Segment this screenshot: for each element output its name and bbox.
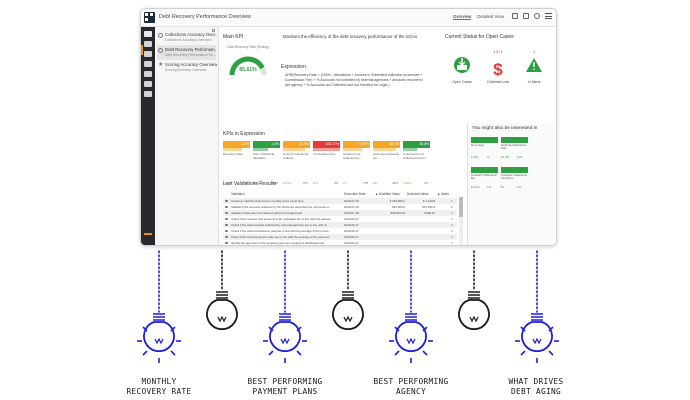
bulb-filament xyxy=(343,315,353,323)
bulb-label-line: BEST PERFORMING xyxy=(247,377,323,386)
unlit-bulb-icon xyxy=(332,299,364,330)
bulb-ray xyxy=(142,350,148,356)
bulb-ray xyxy=(548,350,554,356)
bulb-label-line: AGENCY xyxy=(396,387,426,396)
bulb-label-line: PAYMENT PLANS xyxy=(252,387,318,396)
bulb-filament xyxy=(406,337,416,345)
bulb-label-line: MONTHLY xyxy=(141,377,177,386)
bulb-label-line: RECOVERY RATE xyxy=(126,387,192,396)
bulb-label-line: BEST PERFORMING xyxy=(373,377,449,386)
bulb-label-line: WHAT DRIVES xyxy=(508,377,564,386)
bulbs-illustration xyxy=(137,250,559,363)
lit-bulb-icon xyxy=(395,321,427,352)
unlit-bulb-icon xyxy=(458,299,490,330)
bulb-filament xyxy=(532,337,542,345)
bulb-label-debt-aging: WHAT DRIVES DEBT AGING xyxy=(476,377,596,397)
bulb-ray xyxy=(422,350,428,356)
bulb-ray xyxy=(268,350,274,356)
bulb-filament xyxy=(469,315,479,323)
bulb-ray xyxy=(520,350,526,356)
bulb-label-agency: BEST PERFORMING AGENCY xyxy=(351,377,471,397)
bulb-label-line: DEBT AGING xyxy=(511,387,561,396)
bulb-label-payment-plans: BEST PERFORMING PAYMENT PLANS xyxy=(225,377,345,397)
unlit-bulb-icon xyxy=(206,299,238,330)
bulb-ray xyxy=(296,350,302,356)
lit-bulb-icon xyxy=(521,321,553,352)
bulb-filament xyxy=(154,337,164,345)
bulb-ray xyxy=(170,350,176,356)
bulb-label-monthly-recovery-rate: MONTHLY RECOVERY RATE xyxy=(99,377,219,397)
bulb-ray xyxy=(394,350,400,356)
lit-bulb-icon xyxy=(269,321,301,352)
bulb-filament xyxy=(280,337,290,345)
bulb-filament xyxy=(217,315,227,323)
lit-bulb-icon xyxy=(143,321,175,352)
